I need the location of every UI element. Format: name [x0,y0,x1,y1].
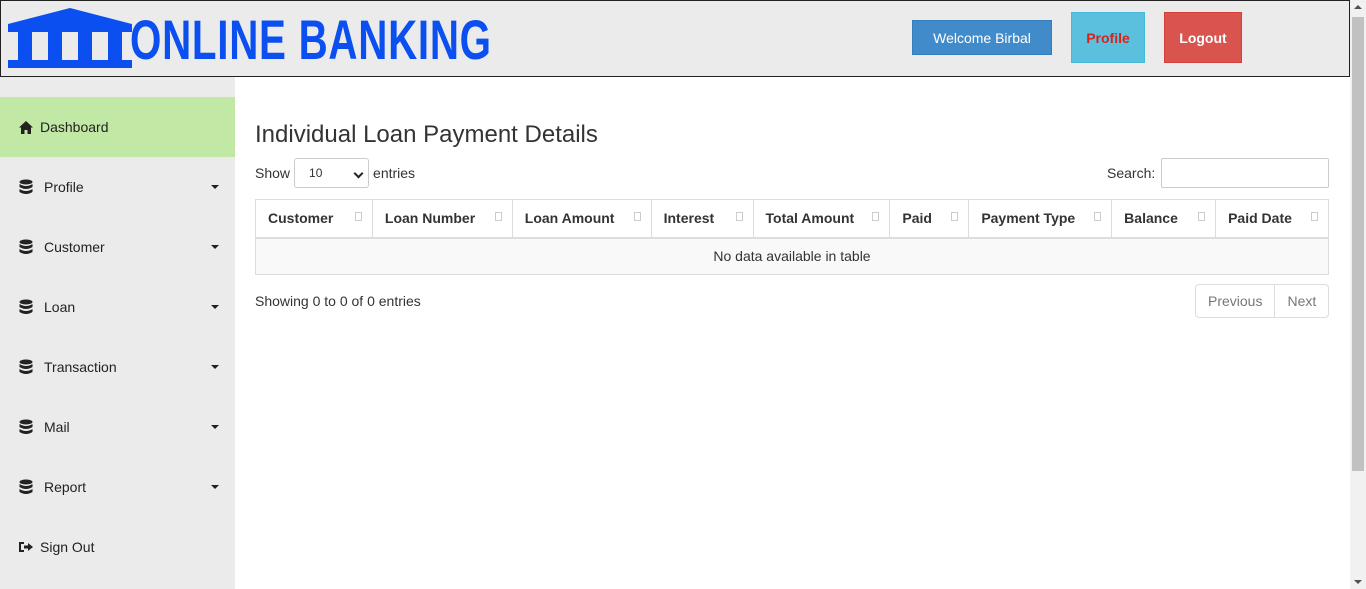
empty-table-message: No data available in table [255,237,1329,275]
column-header-interest[interactable]: Interest [650,199,754,239]
sidebar-item-label: Loan [44,299,76,315]
database-icon [18,359,34,375]
database-icon [18,239,34,255]
welcome-message: Welcome Birbal [912,20,1052,55]
column-header-balance[interactable]: Balance [1111,199,1217,239]
column-header-loan-number[interactable]: Loan Number [371,199,513,239]
sidebar-item-transaction[interactable]: Transaction [0,337,235,397]
chevron-down-icon [353,168,364,179]
chevron-down-icon [211,485,219,489]
next-page-button[interactable]: Next [1274,285,1328,317]
page-size-value: 10 [309,166,323,180]
chevron-down-icon [211,245,219,249]
sidebar: Dashboard Profile Customer Loan Transact… [0,77,235,589]
column-header-customer[interactable]: Customer [255,199,373,239]
database-icon [18,299,34,315]
table-info: Showing 0 to 0 of 0 entries [255,293,421,309]
column-header-paid-date[interactable]: Paid Date [1215,199,1329,239]
column-header-loan-amount[interactable]: Loan Amount [511,199,652,239]
database-icon [18,179,34,195]
sidebar-item-profile[interactable]: Profile [0,157,235,217]
home-icon [18,119,34,135]
table-search: Search: [1107,158,1330,188]
page-title: Individual Loan Payment Details [255,121,598,148]
sort-icon [1198,212,1206,221]
sidebar-item-sign-out[interactable]: Sign Out [0,517,235,577]
sidebar-item-label: Report [44,479,87,495]
column-header-paid[interactable]: Paid [889,199,970,239]
sort-icon [735,212,743,221]
chevron-down-icon [211,425,219,429]
sidebar-item-label: Dashboard [40,119,109,135]
sidebar-item-label: Transaction [44,359,117,375]
top-header: ONLINE BANKING Welcome Birbal Profile Lo… [0,0,1350,77]
column-header-payment-type[interactable]: Payment Type [968,199,1113,239]
chevron-down-icon [211,305,219,309]
column-header-total-amount[interactable]: Total Amount [752,199,891,239]
scroll-down-icon[interactable] [1354,580,1362,584]
sidebar-item-label: Sign Out [40,539,95,555]
sort-icon [951,212,959,221]
chevron-down-icon [211,185,219,189]
search-input[interactable] [1161,158,1330,188]
sort-icon [633,212,641,221]
page-size-control: Show 10 entries [255,158,415,188]
database-icon [18,419,34,435]
sidebar-item-label: Mail [44,419,70,435]
sidebar-item-customer[interactable]: Customer [0,217,235,277]
search-label: Search: [1107,165,1156,181]
page-size-select[interactable]: 10 [294,158,370,188]
scroll-thumb[interactable] [1352,17,1364,471]
pagination: Previous Next [1195,284,1330,318]
sidebar-item-label: Customer [44,239,105,255]
table-row: No data available in table [255,237,1329,275]
bank-building-icon [8,8,132,68]
sidebar-item-mail[interactable]: Mail [0,397,235,457]
sidebar-item-dashboard[interactable]: Dashboard [0,97,235,157]
sidebar-item-label: Profile [44,179,84,195]
sort-icon [494,212,502,221]
entries-label: entries [373,165,416,181]
profile-button[interactable]: Profile [1071,12,1145,63]
chevron-down-icon [211,365,219,369]
previous-page-button[interactable]: Previous [1196,285,1274,317]
vertical-scrollbar[interactable] [1350,0,1366,589]
loan-payment-table: Customer Loan Number Loan Amount Interes… [255,199,1329,275]
sidebar-item-report[interactable]: Report [0,457,235,517]
sort-icon [1094,212,1102,221]
bank-logo [8,8,132,68]
database-icon [18,479,34,495]
sort-icon [354,212,362,221]
table-header-row: Customer Loan Number Loan Amount Interes… [255,199,1329,239]
scroll-up-icon[interactable] [1354,5,1362,9]
sidebar-item-loan[interactable]: Loan [0,277,235,337]
sort-icon [872,212,880,221]
logout-button[interactable]: Logout [1164,12,1242,63]
sign-out-icon [18,539,34,555]
logo-text: ONLINE BANKING [130,8,492,71]
sort-icon [1311,212,1318,221]
show-label: Show [255,165,291,181]
